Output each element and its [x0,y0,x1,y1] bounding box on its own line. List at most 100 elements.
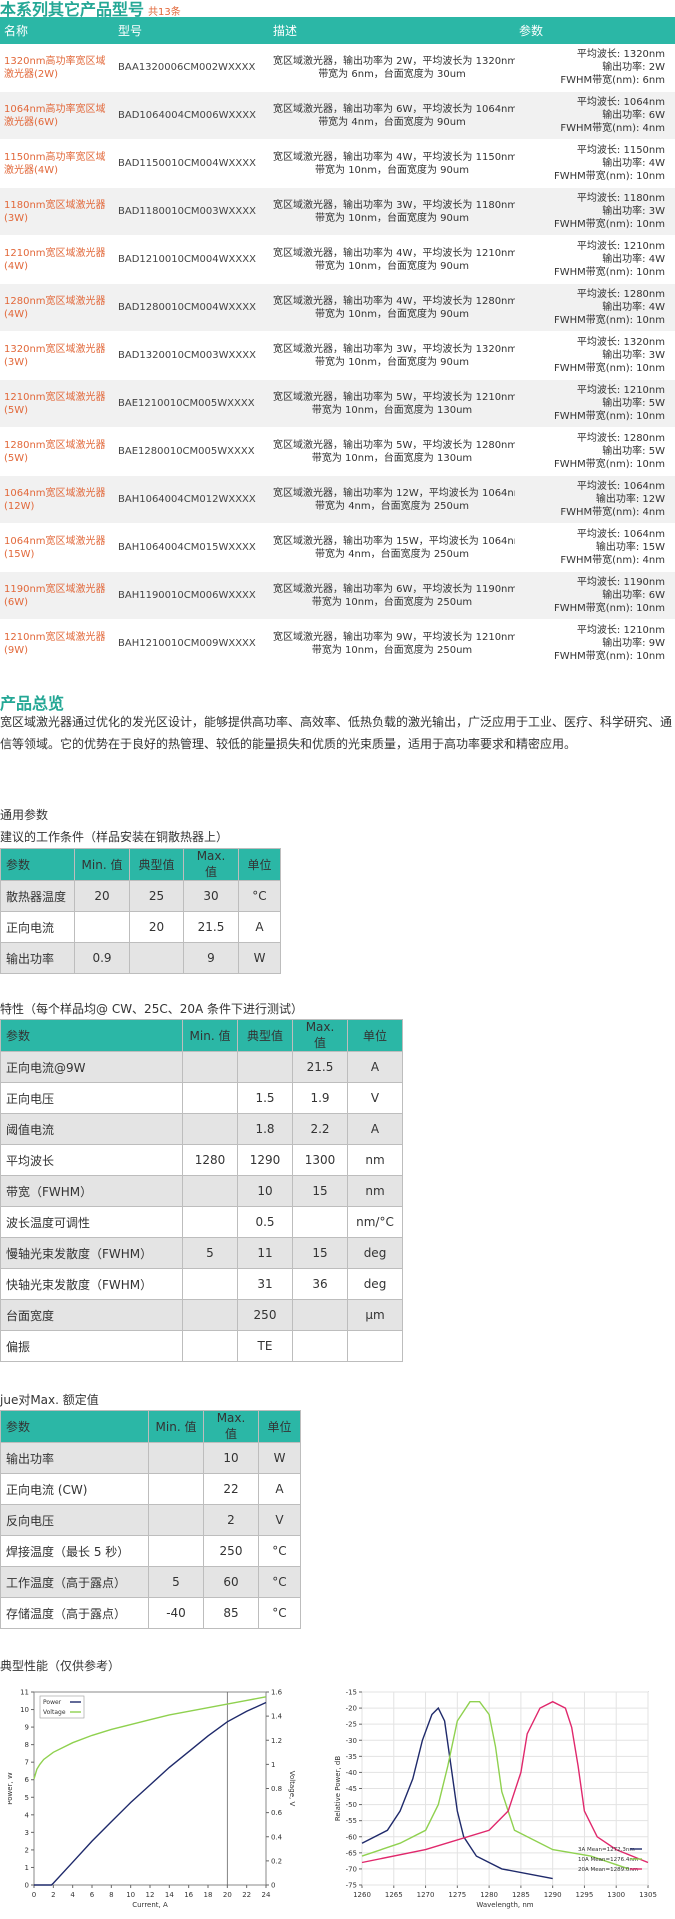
description-line: 宽区域激光器，输出功率为 4W，平均波长为 1150nm, [273,151,515,163]
y-tick-label: -20 [346,1705,357,1713]
param-line: 输出功率: 15W [595,542,665,553]
spec-param-name: 偏振 [0,1330,183,1362]
param-line: 平均波长: 1064nm [576,529,665,540]
spec-value: A [258,1473,301,1505]
product-description: 宽区域激光器，输出功率为 15W，平均波长为 1064nm, 带宽为 4nm，台面… [269,523,515,572]
y-tick-label: -65 [346,1849,357,1857]
product-link[interactable]: 1180nm宽区域激光器(3W) [4,200,106,224]
spec-value: 1.9 [292,1082,348,1114]
param-line: 平均波长: 1280nm [576,289,665,300]
spec-value: 1.5 [237,1082,293,1114]
spec-header-cell: Min. 值 [148,1410,204,1443]
description-line: 宽区域激光器，输出功率为 5W，平均波长为 1280nm, [273,439,515,451]
param-line: 输出功率: 4W [602,158,665,169]
product-model: BAD1064004CM006WXXXX [114,91,269,140]
spec-value: nm/°C [347,1206,403,1238]
product-link[interactable]: 1150nm高功率宽区域激光器(4W) [4,152,106,176]
product-link[interactable]: 1064nm宽区域激光器(15W) [4,536,106,560]
product-link[interactable]: 1280nm宽区域激光器(5W) [4,440,106,464]
characteristics-label: 特性（每个样品均@ CW、25C、20A 条件下进行测试） [0,1002,304,1016]
x-tick-label: 1290 [544,1891,562,1899]
y-tick-label: -75 [346,1882,357,1890]
product-description: 宽区域激光器，输出功率为 5W，平均波长为 1280nm, 带宽为 10nm，台面… [269,427,515,476]
product-link[interactable]: 1064nm高功率宽区域激光器(6W) [4,104,106,128]
param-line: 平均波长: 1150nm [576,145,665,156]
x-tick-label: 4 [70,1891,75,1899]
product-link[interactable]: 1210nm宽区域激光器(4W) [4,248,106,272]
description-line: 宽区域激光器，输出功率为 9W，平均波长为 1210nm, [273,631,515,643]
legend-label: 10A Mean=1276.4nm [578,1857,638,1863]
spec-value: 5 [148,1566,204,1598]
product-link[interactable]: 1320nm宽区域激光器(3W) [4,344,106,368]
spec-value: 85 [203,1597,259,1629]
spec-value: 10 [203,1442,259,1474]
spec-value [148,1473,204,1505]
product-model: BAD1150010CM004WXXXX [114,139,269,188]
table-row: 1320nm高功率宽区域激光器(2W) BAA1320006CM002WXXXX 宽… [0,44,675,92]
spec-value: 22 [203,1473,259,1505]
y-tick-label: 5 [25,1794,29,1802]
spec-row: 正向电压 1.5 1.9 V [0,1082,403,1114]
spec-row: 工作温度（高于露点） 5 60 °C [0,1566,301,1598]
param-line: 平均波长: 1320nm [576,49,665,60]
param-line: 输出功率: 5W [602,398,665,409]
product-link[interactable]: 1190nm宽区域激光器(6W) [4,584,106,608]
y-tick-label: 7 [25,1759,29,1767]
product-name-cell: 1320nm高功率宽区域激光器(2W) [0,44,114,92]
param-line: 平均波长: 1064nm [576,481,665,492]
product-description: 宽区域激光器，输出功率为 12W，平均波长为 1064nm, 带宽为 4nm，台面… [269,475,515,524]
spec-param-name: 阈值电流 [0,1113,183,1145]
table-row: 1210nm宽区域激光器(5W) BAE1210010CM005WXXXX 宽区域激… [0,379,675,428]
spec-param-name: 平均波长 [0,1144,183,1176]
param-line: FWHM带宽(nm): 10nm [553,315,665,326]
legend-label: 3A Mean=1272.3nm [578,1847,635,1853]
description-line: 宽区域激光器，输出功率为 4W，平均波长为 1280nm, [273,295,515,307]
table-row: 1320nm宽区域激光器(3W) BAD1320010CM003WXXXX 宽区域激… [0,331,675,380]
y-tick-label: 0 [25,1882,29,1890]
spec-value: °C [258,1566,301,1598]
spec-value: nm [347,1144,403,1176]
product-link[interactable]: 1210nm宽区域激光器(9W) [4,632,106,656]
description-line: 带宽为 4nm，台面宽度为 250um [315,500,469,512]
operating-conditions-table: 参数 Min. 值典型值 Max. 值单位 散热器温度 20 25 30 °C 正向电流 20 21… [0,848,281,974]
spec-param-name: 存储温度（高于露点） [0,1597,149,1629]
spec-value: 21.5 [183,911,239,943]
description-line: 宽区域激光器，输出功率为 6W，平均波长为 1064nm, [273,103,515,115]
y-tick-label: 11 [20,1689,29,1697]
spec-value: 2.2 [292,1113,348,1145]
description-line: 带宽为 10nm，台面宽度为 250um [311,596,473,608]
power-voltage-chart-svg: 0 2 4 6 8 10 12 14 16 18 20 22 240123456789101100.20… [6,1689,296,1910]
spec-value [182,1175,238,1207]
spec-value [347,1330,403,1362]
product-link[interactable]: 1210nm宽区域激光器(5W) [4,392,106,416]
y2-tick-label: 1.2 [271,1737,282,1745]
product-params: 平均波长: 1280nm 输出功率: 4W FWHM带宽(nm): 10nm [515,283,675,332]
spec-row: 正向电流 (CW) 22 A [0,1473,301,1505]
spec-value [292,1299,348,1331]
y-tick-label: 6 [25,1776,30,1784]
spec-value [148,1504,204,1536]
spec-param-name: 正向电压 [0,1082,183,1114]
spec-header-cell: 单位 [347,1019,403,1052]
spec-value: 60 [203,1566,259,1598]
spec-value: 20 [129,911,184,943]
spec-value [148,1535,204,1567]
y-tick-label: -55 [346,1817,357,1825]
x-tick-label: 8 [109,1891,113,1899]
product-name-cell: 1190nm宽区域激光器(6W) [0,571,114,620]
product-link[interactable]: 1280nm宽区域激光器(4W) [4,296,106,320]
spec-value [292,1206,348,1238]
spec-value: 250 [237,1299,293,1331]
y-tick-label: 2 [25,1846,29,1854]
product-link[interactable]: 1064nm宽区域激光器(12W) [4,488,106,512]
product-params: 平均波长: 1190nm 输出功率: 6W FWHM带宽(nm): 10nm [515,571,675,620]
param-line: FWHM带宽(nm): 10nm [553,603,665,614]
x-tick-label: 1280 [480,1891,498,1899]
product-link[interactable]: 1320nm高功率宽区域激光器(2W) [4,56,106,80]
characteristics-table: 参数 Min. 值典型值 Max. 值单位 正向电流@9W 21.5 A 正向电压 1.5 1.… [0,1019,403,1362]
col-header-desc: 描述 [269,17,515,44]
x-tick-label: 1305 [639,1891,657,1899]
product-params: 平均波长: 1150nm 输出功率: 4W FWHM带宽(nm): 10nm [515,139,675,188]
table-row: 1210nm宽区域激光器(9W) BAH1210010CM009WXXXX 宽区域激… [0,619,675,668]
table-row: 1064nm高功率宽区域激光器(6W) BAD1064004CM006WXXXX 宽… [0,91,675,140]
